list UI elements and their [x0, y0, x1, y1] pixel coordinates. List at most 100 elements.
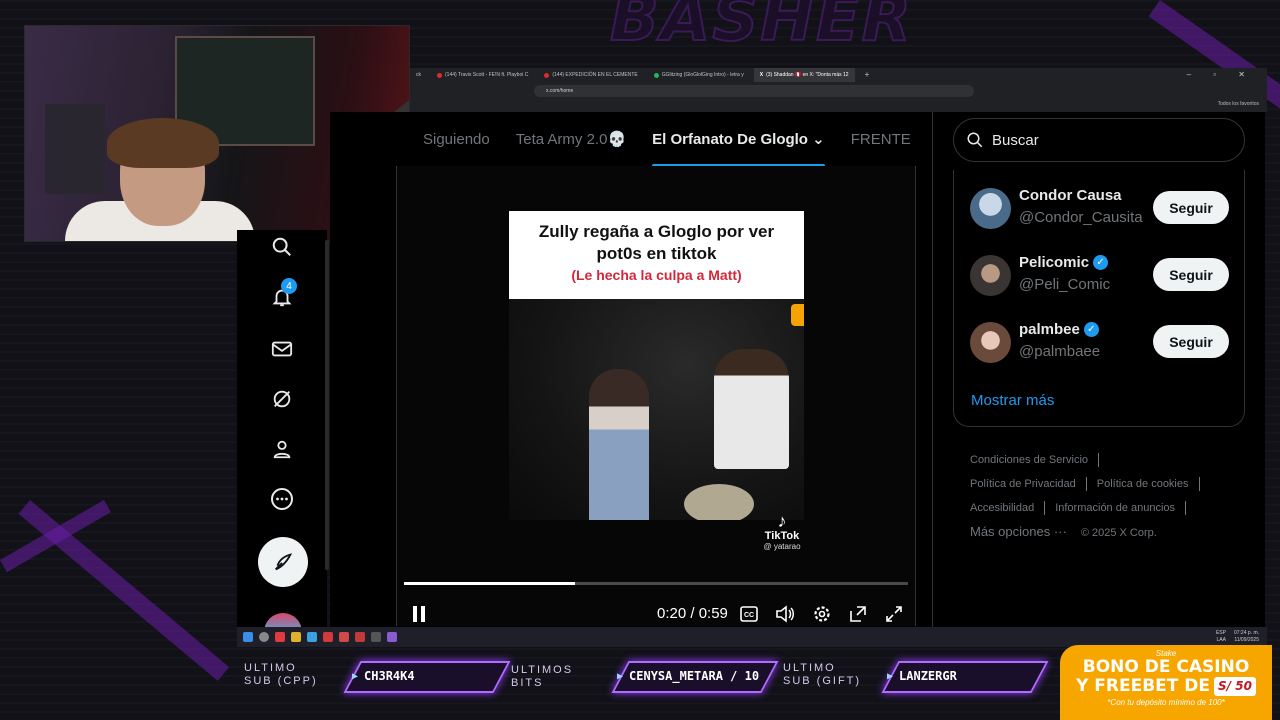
tab-el-orfanato[interactable]: El Orfanato De Gloglo ⌄	[639, 118, 838, 166]
window-controls[interactable]: – ▫ ✕	[1187, 70, 1255, 79]
more-options-icon[interactable]	[267, 484, 297, 514]
show-more-link[interactable]: Mostrar más	[971, 392, 1054, 409]
caption-line: Zully regaña a Gloglo por ver	[538, 222, 775, 241]
favorites-bar-folder[interactable]: Todos los favoritos	[1218, 101, 1259, 107]
streamer-hair	[107, 118, 219, 168]
browser-tab[interactable]: (144) Travis Scott - FE!N ft. Playboi C	[431, 68, 534, 82]
x-icon: X	[759, 72, 764, 78]
youtube-icon	[544, 72, 550, 78]
video-time: 0:20 / 0:59	[657, 605, 728, 622]
last-gift-name: LANZERGR	[899, 669, 957, 683]
caption-subtitle: (Le hecha la culpa a Matt)	[571, 267, 742, 283]
explore-icon[interactable]	[267, 232, 297, 262]
app-icon[interactable]	[323, 632, 333, 642]
promo-fineprint: *Con tu depósito mínimo de 100*	[1107, 698, 1225, 707]
promo-line: Y FREEBET DE S/ 50	[1060, 677, 1272, 696]
brave-browser-icon[interactable]	[275, 632, 285, 642]
account-handle: @Peli_Comic	[1019, 276, 1111, 293]
video-person-right	[714, 349, 789, 469]
video-progress-bar[interactable]	[404, 582, 908, 585]
promo-line-text: Y FREEBET DE	[1076, 676, 1211, 696]
notifications-icon[interactable]: 4	[267, 278, 297, 312]
arrow-icon: ▶	[352, 670, 359, 682]
casino-promo-banner: Stake BONO DE CASINO Y FREEBET DE S/ 50 *…	[1060, 645, 1272, 720]
account-name-text: palmbee	[1019, 321, 1080, 338]
browser-tab-strip: ck (144) Travis Scott - FE!N ft. Playboi…	[410, 68, 1267, 82]
ads-info-link[interactable]: Información de anuncios	[1055, 502, 1175, 514]
post-button[interactable]	[258, 537, 308, 587]
follow-suggestion[interactable]: Condor Causa @Condor_Causita Seguir	[970, 183, 1232, 233]
windows-taskbar: ESP LAA 07:24 p. m. 11/09/2025	[237, 627, 1267, 647]
arrow-icon: ▶	[887, 670, 894, 682]
verified-badge-icon: ✓	[1083, 322, 1099, 337]
search-icon	[967, 132, 983, 148]
system-tray: ESP LAA 07:24 p. m. 11/09/2025	[1216, 630, 1259, 644]
last-gift-value: ▶ LANZERGR	[887, 669, 957, 683]
more-options-link[interactable]: Más opciones ···	[970, 524, 1067, 539]
cookies-link[interactable]: Política de cookies	[1097, 478, 1189, 490]
picture-in-picture-icon[interactable]	[847, 603, 869, 625]
follow-button[interactable]: Seguir	[1153, 191, 1229, 224]
privacy-link[interactable]: Política de Privacidad	[970, 478, 1076, 490]
spotify-icon	[653, 72, 659, 78]
grok-icon[interactable]	[267, 384, 297, 414]
tab-label: (144) EXPEDICIÓN EN EL CEMENTE	[552, 72, 638, 78]
search-icon[interactable]	[259, 632, 269, 642]
clock[interactable]: 07:24 p. m. 11/09/2025	[1234, 630, 1259, 644]
follow-button[interactable]: Seguir	[1153, 325, 1229, 358]
new-tab-button[interactable]: +	[859, 68, 876, 82]
tiktok-icon: ♪	[777, 511, 787, 531]
browser-tab[interactable]: GGlitzing (GloGlolGing Intro) - letra y	[648, 68, 750, 82]
app-icon[interactable]	[387, 632, 397, 642]
messages-icon[interactable]	[267, 334, 297, 364]
promo-line: BONO DE CASINO	[1082, 657, 1250, 677]
volume-icon[interactable]	[774, 603, 796, 625]
language-indicator[interactable]: ESP LAA	[1216, 630, 1226, 644]
fullscreen-icon[interactable]	[883, 603, 905, 625]
chevron-down-icon: ⌄	[812, 131, 825, 148]
tab-frente[interactable]: FRENTE	[838, 118, 924, 166]
scrollbar[interactable]	[325, 240, 329, 570]
last-sub-name: CH3R4K4	[364, 669, 415, 683]
video-progress-fill	[404, 582, 576, 585]
tab-label: (3) Shaddan 🇵🇪 en X: "Donta más 12	[766, 72, 849, 78]
follow-button[interactable]: Seguir	[1153, 258, 1229, 291]
terms-link[interactable]: Condiciones de Servicio	[970, 454, 1088, 466]
avatar	[970, 255, 1011, 296]
app-icon[interactable]	[307, 632, 317, 642]
divider	[1044, 501, 1046, 516]
divider	[1198, 477, 1200, 492]
windows-start-icon[interactable]	[243, 632, 253, 642]
footer-links: Condiciones de Servicio Política de Priv…	[970, 448, 1230, 545]
browser-tab-active[interactable]: X (3) Shaddan 🇵🇪 en X: "Donta más 12	[753, 68, 855, 82]
follow-suggestion[interactable]: palmbee ✓ @palmbaee Seguir	[970, 317, 1232, 367]
tiktok-watermark: ♪ TikTok @ yatarao	[760, 512, 804, 551]
app-icon[interactable]	[339, 632, 349, 642]
settings-gear-icon[interactable]	[811, 603, 833, 625]
account-handle: @palmbaee	[1019, 343, 1101, 360]
tab-label: ck	[416, 72, 421, 78]
accessibility-link[interactable]: Accesibilidad	[970, 502, 1034, 514]
pause-icon[interactable]	[408, 603, 430, 625]
last-bits-value: ▶ CENYSA_METARA / 10	[617, 669, 759, 683]
app-icon[interactable]	[371, 632, 381, 642]
last-gift-label: ULTIMO SUB (GIFT)	[783, 662, 862, 687]
file-explorer-icon[interactable]	[291, 632, 301, 642]
browser-tab[interactable]: ck	[410, 68, 427, 82]
address-bar[interactable]: x.com/home	[534, 85, 974, 97]
avatar	[970, 188, 1011, 229]
account-handle: @Condor_Causita	[1019, 209, 1143, 226]
follow-suggestion[interactable]: Pelicomic ✓ @Peli_Comic Seguir	[970, 250, 1232, 300]
tab-label: (144) Travis Scott - FE!N ft. Playboi C	[445, 72, 529, 78]
search-input[interactable]: Buscar	[953, 118, 1245, 162]
browser-tab[interactable]: (144) EXPEDICIÓN EN EL CEMENTE	[538, 68, 643, 82]
feed-tabs: Siguiendo Teta Army 2.0💀 El Orfanato De …	[410, 118, 932, 166]
profile-icon[interactable]	[267, 434, 297, 464]
avatar	[970, 322, 1011, 363]
app-icon[interactable]	[355, 632, 365, 642]
video-frame	[509, 299, 804, 520]
tab-teta-army[interactable]: Teta Army 2.0💀	[503, 118, 639, 166]
tab-label: El Orfanato De Gloglo	[652, 131, 808, 148]
captions-icon[interactable]: CC	[739, 603, 759, 625]
tab-siguiendo[interactable]: Siguiendo	[410, 118, 503, 166]
